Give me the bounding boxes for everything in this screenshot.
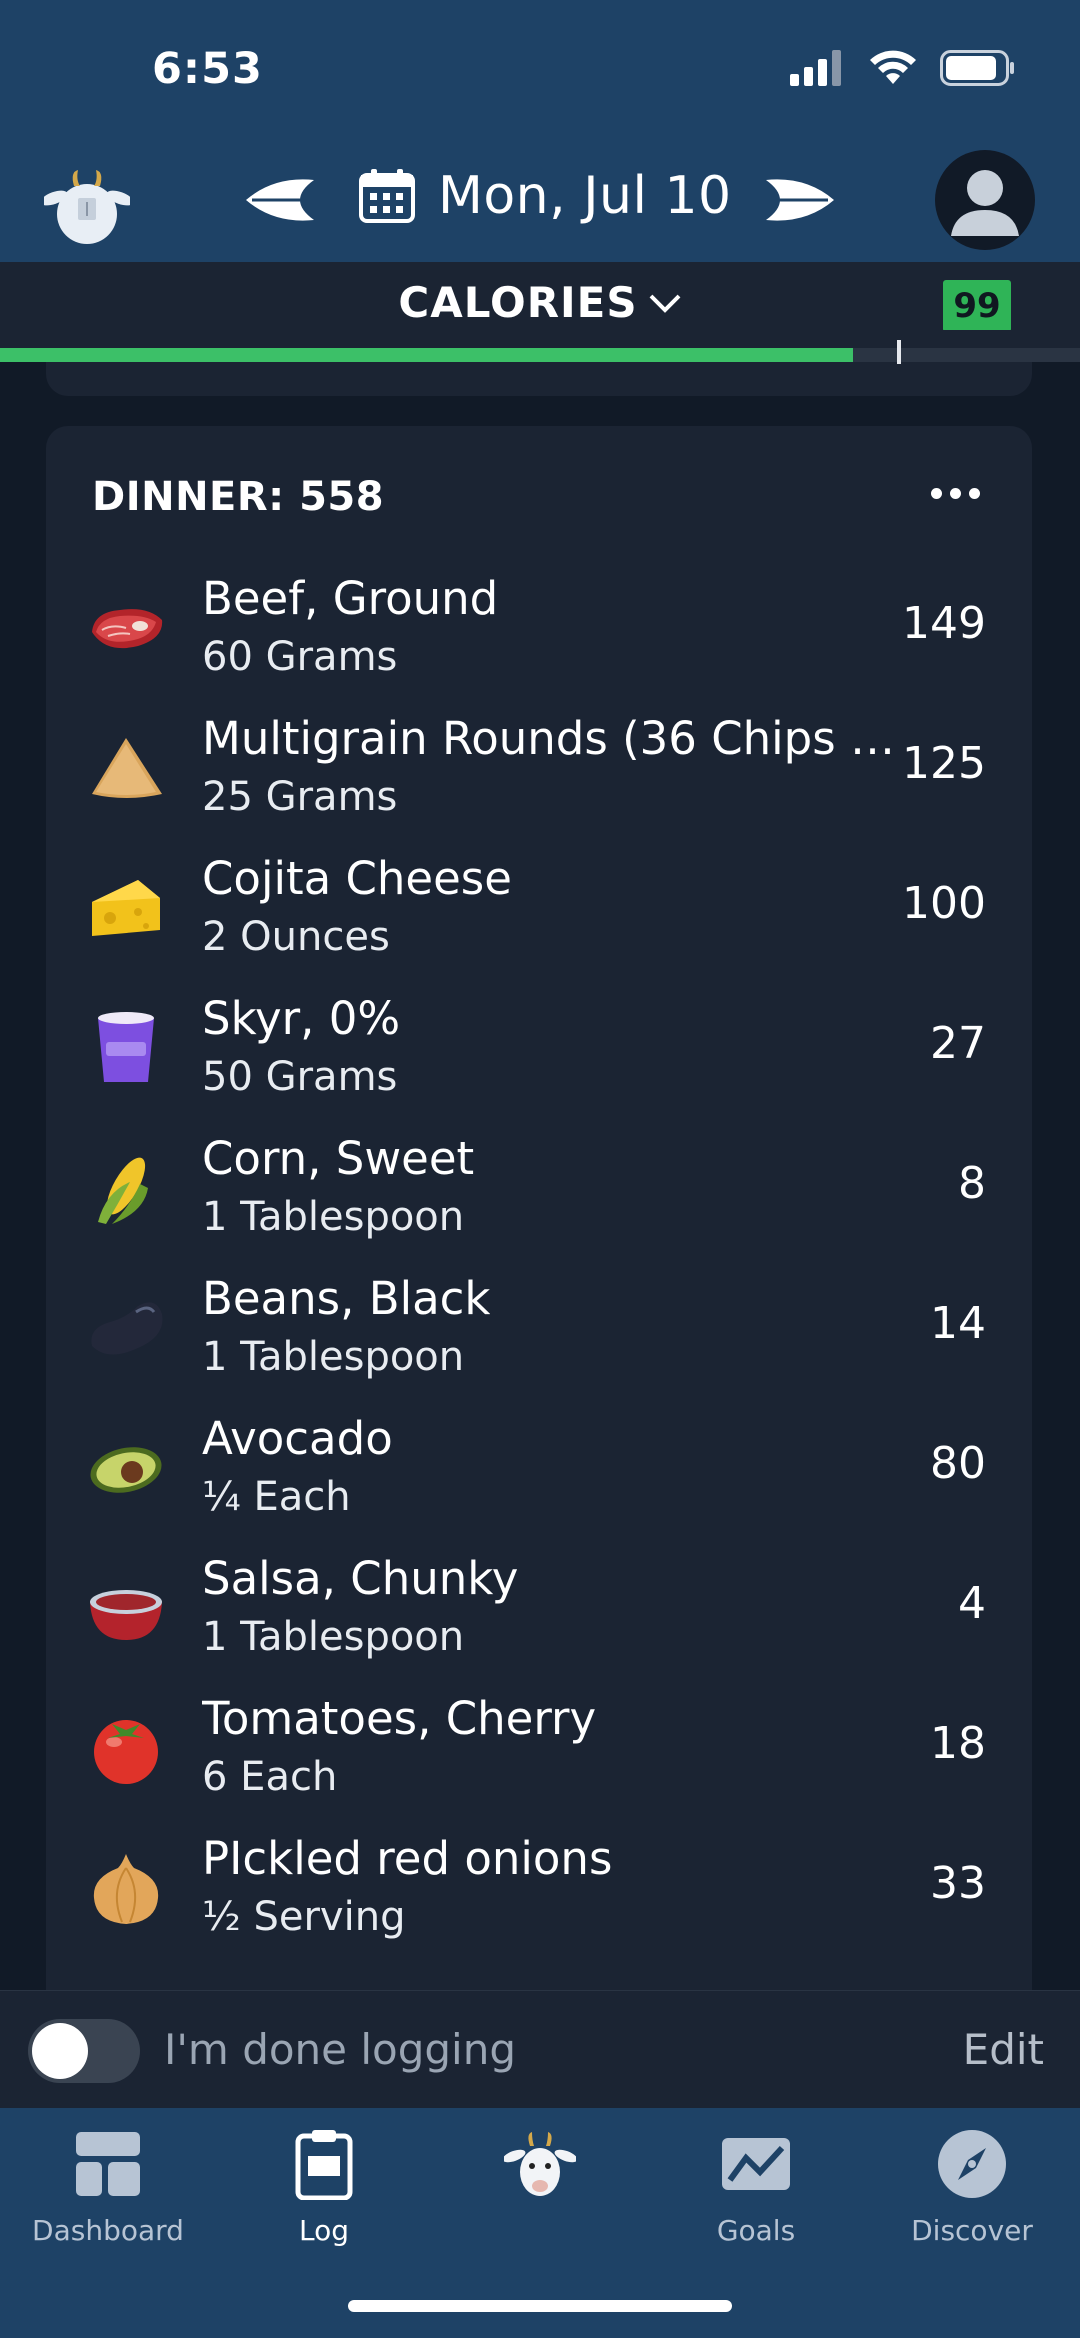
food-quantity: 1 Tablespoon: [202, 1334, 465, 1380]
food-quantity: ½ Serving: [202, 1894, 406, 1940]
nutrient-title: CALORIES: [398, 278, 638, 327]
food-name: Multigrain Rounds (36 Chips = 1 Oz): [202, 712, 902, 765]
previous-meal-card: [46, 330, 1032, 396]
food-calories: 100: [902, 878, 986, 929]
list-item[interactable]: PIckled red onions ½ Serving 33: [46, 1816, 1032, 1956]
tab-discover[interactable]: Discover: [864, 2128, 1080, 2247]
done-logging-bar: I'm done logging Edit: [0, 1990, 1080, 2108]
status-icons: [790, 50, 1016, 86]
done-logging-label: I'm done logging: [164, 2025, 516, 2074]
wifi-icon: [870, 50, 916, 84]
list-item[interactable]: Beef, Ground 60 Grams 149: [46, 556, 1032, 696]
home-indicator[interactable]: [348, 2300, 732, 2312]
yogurt-cup-icon: [98, 1012, 154, 1082]
top-nav: Mon, Jul 10: [0, 140, 1080, 262]
previous-day-button[interactable]: [244, 176, 316, 224]
food-calories: 27: [930, 1018, 986, 1069]
calorie-progress-bar: [0, 348, 1080, 362]
food-calories: 14: [930, 1298, 986, 1349]
food-quantity: 6 Each: [202, 1754, 338, 1800]
remaining-badge: 99: [943, 280, 1011, 332]
tab-label: Dashboard: [32, 2214, 184, 2247]
food-name: Skyr, 0%: [202, 992, 401, 1045]
corn-icon: [98, 1157, 148, 1224]
food-calories: 18: [930, 1718, 986, 1769]
avocado-icon: [90, 1447, 162, 1493]
status-bar: 6:53: [0, 0, 1080, 140]
food-quantity: 50 Grams: [202, 1054, 398, 1100]
food-quantity: 60 Grams: [202, 634, 398, 680]
list-item[interactable]: Tomatoes, Cherry 6 Each 18: [46, 1676, 1032, 1816]
tab-log[interactable]: Log: [216, 2128, 432, 2247]
food-quantity: ¼ Each: [202, 1474, 351, 1520]
cheese-icon: [92, 880, 160, 936]
next-day-button[interactable]: [764, 176, 836, 224]
edit-button[interactable]: Edit: [963, 2025, 1044, 2074]
tab-label: Log: [298, 2214, 349, 2247]
list-item[interactable]: Skyr, 0% 50 Grams 27: [46, 976, 1032, 1116]
meal-header: DINNER: 558: [92, 474, 385, 520]
food-name: PIckled red onions: [202, 1832, 613, 1885]
food-calories: 33: [930, 1858, 986, 1909]
food-calories: 80: [930, 1438, 986, 1489]
list-item[interactable]: Avocado ¼ Each 80: [46, 1396, 1032, 1536]
goat-logo-icon[interactable]: [44, 164, 130, 250]
tab-label: Goals: [716, 2214, 796, 2247]
list-item[interactable]: Cojita Cheese 2 Ounces 100: [46, 836, 1032, 976]
signal-icon: [790, 50, 841, 86]
toggle-knob: [32, 2023, 88, 2079]
clipboard-icon: [295, 2130, 353, 2200]
chevron-down-icon: [649, 294, 681, 313]
tab-goals[interactable]: Goals: [648, 2128, 864, 2247]
food-name: Beef, Ground: [202, 572, 499, 625]
goat-icon: [504, 2132, 576, 2196]
food-quantity: 1 Tablespoon: [202, 1194, 465, 1240]
tomato-icon: [94, 1720, 158, 1784]
avatar[interactable]: [935, 150, 1035, 250]
food-name: Avocado: [202, 1412, 393, 1465]
tab-label: Discover: [911, 2214, 1033, 2247]
battery-icon: [940, 50, 1014, 86]
food-name: Corn, Sweet: [202, 1132, 475, 1185]
calorie-progress-fill: [0, 348, 854, 362]
nutrient-dropdown[interactable]: CALORIES: [0, 278, 1080, 327]
status-time: 6:53: [152, 44, 263, 94]
compass-icon: [938, 2130, 1006, 2198]
food-quantity: 25 Grams: [202, 774, 398, 820]
food-calories: 149: [902, 598, 986, 649]
done-logging-toggle[interactable]: [28, 2019, 140, 2083]
tab-dashboard[interactable]: Dashboard: [0, 2128, 216, 2247]
food-quantity: 1 Tablespoon: [202, 1614, 465, 1660]
dashboard-icon: [76, 2132, 140, 2196]
food-calories: 8: [958, 1158, 986, 1209]
chart-icon: [722, 2138, 790, 2190]
list-item[interactable]: Multigrain Rounds (36 Chips = 1 Oz) 25 G…: [46, 696, 1032, 836]
list-item[interactable]: Beans, Black 1 Tablespoon 14: [46, 1256, 1032, 1396]
food-name: Salsa, Chunky: [202, 1552, 519, 1605]
user-icon: [951, 170, 1019, 236]
steak-icon: [92, 609, 163, 649]
chip-icon: [92, 738, 162, 798]
current-date: Mon, Jul 10: [438, 166, 732, 226]
meal-card: DINNER: 558 Beef, Ground 60 Grams 149 Mu…: [46, 426, 1032, 2026]
bean-icon: [91, 1302, 163, 1355]
date-selector[interactable]: Mon, Jul 10: [358, 166, 732, 226]
list-item[interactable]: Corn, Sweet 1 Tablespoon 8: [46, 1116, 1032, 1256]
food-name: Beans, Black: [202, 1272, 491, 1325]
food-calories: 125: [902, 738, 986, 789]
tab-goat[interactable]: [432, 2128, 648, 2214]
food-name: Tomatoes, Cherry: [202, 1692, 597, 1745]
list-item[interactable]: Salsa, Chunky 1 Tablespoon 4: [46, 1536, 1032, 1676]
food-calories: 4: [958, 1578, 986, 1629]
calendar-icon: [359, 169, 415, 223]
goal-marker: [897, 340, 901, 364]
more-options-icon[interactable]: [931, 488, 980, 499]
salsa-bowl-icon: [90, 1590, 162, 1640]
onion-icon: [93, 1854, 159, 1924]
food-name: Cojita Cheese: [202, 852, 512, 905]
food-quantity: 2 Ounces: [202, 914, 390, 960]
